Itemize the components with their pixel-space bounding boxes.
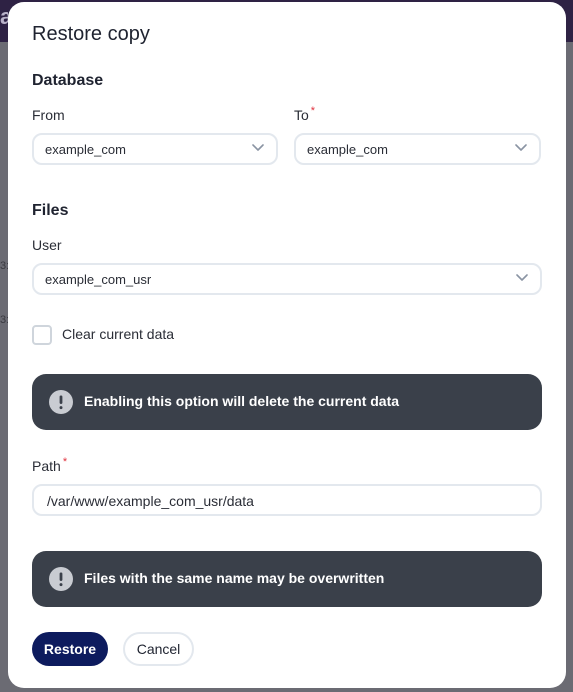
from-label-text: From — [32, 107, 65, 123]
to-label: To * — [294, 105, 316, 123]
background-fragment: 3: — [0, 314, 8, 326]
required-mark: * — [62, 456, 68, 468]
exclamation-icon — [49, 567, 73, 591]
exclamation-icon — [49, 390, 73, 414]
restore-copy-dialog: Restore copy Database From example_com T… — [8, 2, 566, 688]
chevron-down-icon — [252, 144, 264, 151]
clear-current-data-label[interactable]: Clear current data — [62, 326, 174, 342]
required-mark: * — [310, 105, 316, 117]
to-database-select[interactable]: example_com — [294, 133, 541, 165]
cancel-button[interactable]: Cancel — [123, 632, 194, 666]
path-label: Path * — [32, 456, 68, 474]
delete-warning-alert: Enabling this option will delete the cur… — [32, 374, 542, 430]
background-topbar-glyph: a — [0, 4, 8, 29]
restore-button[interactable]: Restore — [32, 632, 108, 666]
path-input[interactable]: /var/www/example_com_usr/data — [32, 484, 542, 516]
overwrite-warning-text: Files with the same name may be overwrit… — [84, 570, 385, 586]
chevron-down-icon — [516, 274, 528, 281]
user-value: example_com_usr — [45, 272, 152, 287]
user-label: User — [32, 237, 62, 253]
from-database-select[interactable]: example_com — [32, 133, 278, 165]
delete-warning-text: Enabling this option will delete the cur… — [84, 393, 400, 409]
files-section-heading: Files — [32, 202, 69, 219]
database-section-heading: Database — [32, 72, 104, 89]
clear-current-data-checkbox[interactable] — [32, 325, 52, 345]
from-database-value: example_com — [45, 142, 126, 157]
to-label-text: To — [294, 107, 309, 123]
background-fragment: 3: — [0, 260, 8, 272]
dialog-title: Restore copy — [32, 23, 150, 45]
overwrite-warning-alert: Files with the same name may be overwrit… — [32, 551, 542, 607]
path-value: /var/www/example_com_usr/data — [47, 493, 254, 509]
to-database-value: example_com — [307, 142, 388, 157]
user-select[interactable]: example_com_usr — [32, 263, 542, 295]
from-label: From — [32, 107, 65, 123]
chevron-down-icon — [515, 144, 527, 151]
path-label-text: Path — [32, 458, 61, 474]
